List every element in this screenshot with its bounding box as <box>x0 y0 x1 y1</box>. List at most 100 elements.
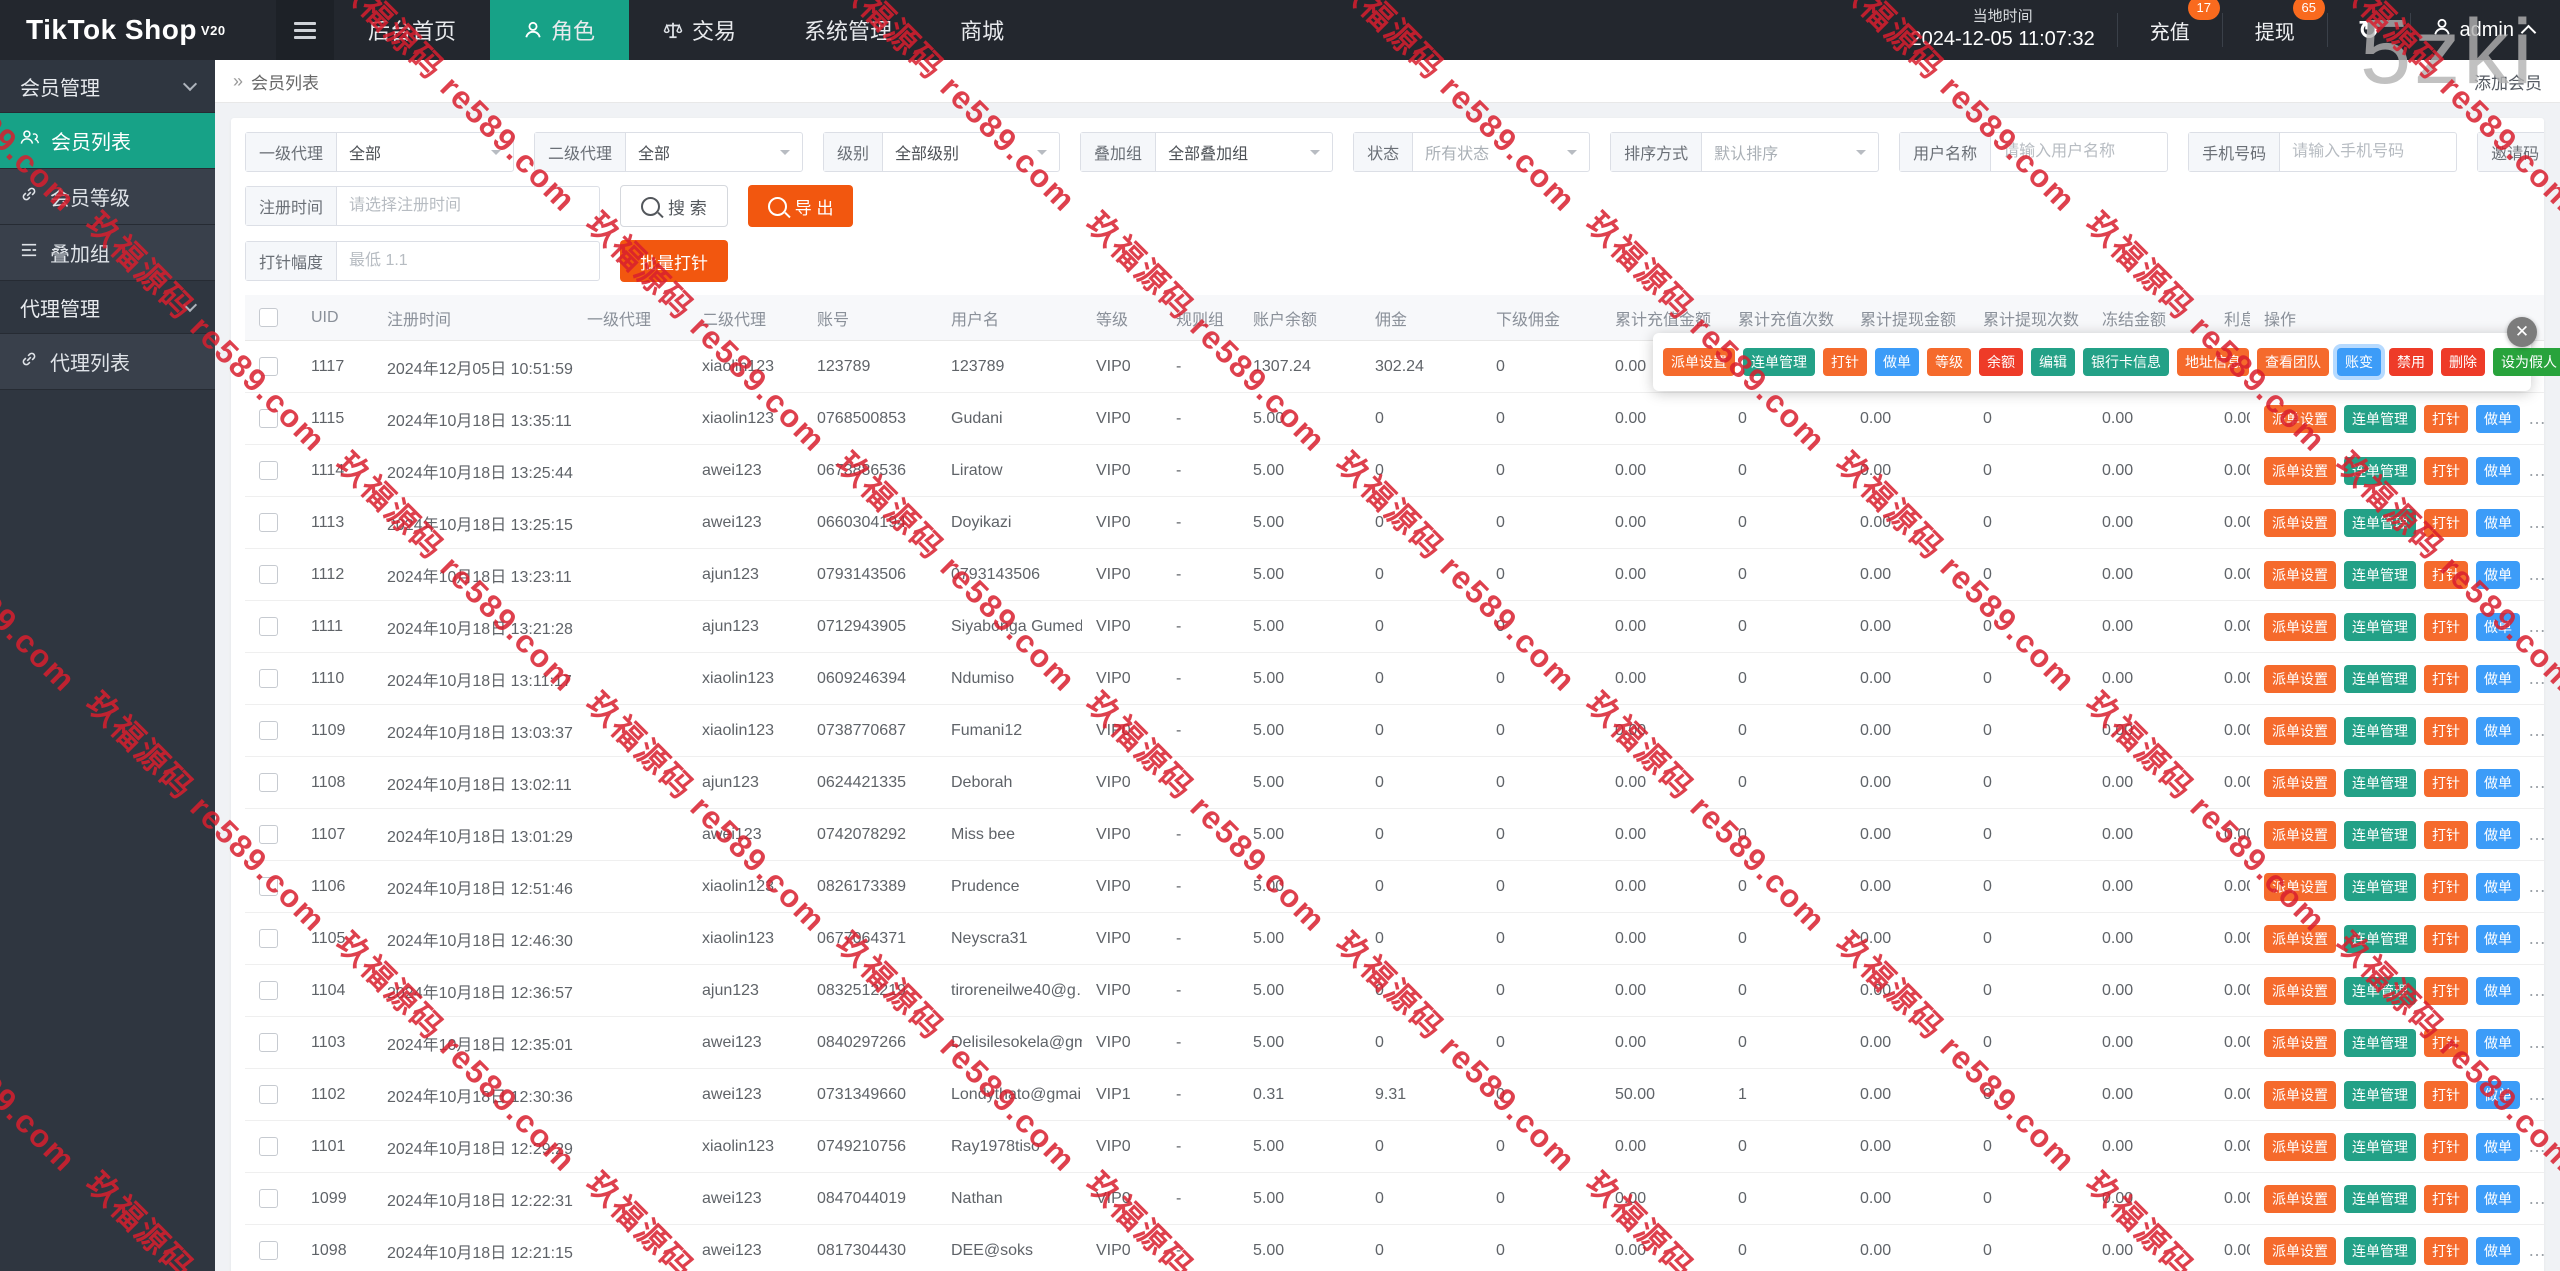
combo-order-button[interactable]: 连单管理 <box>2344 977 2416 1005</box>
popup-action-button[interactable]: 查看团队 <box>2257 348 2329 376</box>
dispatch-settings-button[interactable]: 派单设置 <box>2264 717 2336 745</box>
menu-item-roles[interactable]: 角色 <box>490 0 629 60</box>
more-actions-button[interactable]: … <box>2528 564 2544 585</box>
popup-action-button[interactable]: 地址信息 <box>2177 348 2249 376</box>
more-actions-button[interactable]: … <box>2528 1084 2544 1105</box>
more-actions-button[interactable]: … <box>2528 772 2544 793</box>
more-actions-button[interactable]: … <box>2528 980 2544 1001</box>
make-order-button[interactable]: 做单 <box>2476 1185 2520 1213</box>
dispatch-settings-button[interactable]: 派单设置 <box>2264 509 2336 537</box>
combo-order-button[interactable]: 连单管理 <box>2344 1133 2416 1161</box>
dispatch-settings-button[interactable]: 派单设置 <box>2264 925 2336 953</box>
filter-input[interactable] <box>1991 133 2167 171</box>
dispatch-settings-button[interactable]: 派单设置 <box>2264 613 2336 641</box>
popup-action-button[interactable]: 账变 <box>2337 348 2381 376</box>
row-checkbox[interactable] <box>259 1137 278 1156</box>
inject-button[interactable]: 打针 <box>2424 1185 2468 1213</box>
close-icon[interactable]: ✕ <box>2507 317 2537 347</box>
more-actions-button[interactable]: … <box>2528 876 2544 897</box>
row-checkbox[interactable] <box>259 617 278 636</box>
inject-button[interactable]: 打针 <box>2424 873 2468 901</box>
row-checkbox[interactable] <box>259 721 278 740</box>
popup-action-button[interactable]: 做单 <box>1875 348 1919 376</box>
popup-action-button[interactable]: 设为假人 <box>2493 348 2560 376</box>
dispatch-settings-button[interactable]: 派单设置 <box>2264 457 2336 485</box>
make-order-button[interactable]: 做单 <box>2476 405 2520 433</box>
admin-user-menu[interactable]: admin <box>2433 18 2534 42</box>
make-order-button[interactable]: 做单 <box>2476 1081 2520 1109</box>
row-checkbox[interactable] <box>259 773 278 792</box>
make-order-button[interactable]: 做单 <box>2476 925 2520 953</box>
row-checkbox[interactable] <box>259 1033 278 1052</box>
export-button[interactable]: 导 出 <box>748 185 854 227</box>
inject-button[interactable]: 打针 <box>2424 561 2468 589</box>
sidebar-item-member-level[interactable]: 会员等级 <box>0 169 215 225</box>
combo-order-button[interactable]: 连单管理 <box>2344 873 2416 901</box>
more-actions-button[interactable]: … <box>2528 720 2544 741</box>
menu-item-mall[interactable]: 商城 <box>926 0 1038 60</box>
make-order-button[interactable]: 做单 <box>2476 613 2520 641</box>
popup-action-button[interactable]: 等级 <box>1927 348 1971 376</box>
combo-order-button[interactable]: 连单管理 <box>2344 717 2416 745</box>
row-checkbox[interactable] <box>259 981 278 1000</box>
row-checkbox[interactable] <box>259 669 278 688</box>
make-order-button[interactable]: 做单 <box>2476 977 2520 1005</box>
inject-button[interactable]: 打针 <box>2424 509 2468 537</box>
popup-action-button[interactable]: 禁用 <box>2389 348 2433 376</box>
inject-button[interactable]: 打针 <box>2424 717 2468 745</box>
inject-button[interactable]: 打针 <box>2424 405 2468 433</box>
row-checkbox[interactable] <box>259 513 278 532</box>
row-checkbox[interactable] <box>259 877 278 896</box>
more-actions-button[interactable]: … <box>2528 1240 2544 1261</box>
popup-action-button[interactable]: 编辑 <box>2031 348 2075 376</box>
dispatch-settings-button[interactable]: 派单设置 <box>2264 665 2336 693</box>
row-checkbox[interactable] <box>259 357 278 376</box>
row-checkbox[interactable] <box>259 565 278 584</box>
popup-action-button[interactable]: 派单设置 <box>1663 348 1735 376</box>
inject-button[interactable]: 打针 <box>2424 769 2468 797</box>
inject-button[interactable]: 打针 <box>2424 457 2468 485</box>
sidebar-group-members[interactable]: 会员管理 <box>0 60 215 113</box>
inject-button[interactable]: 打针 <box>2424 977 2468 1005</box>
search-button[interactable]: 搜 索 <box>620 185 728 227</box>
make-order-button[interactable]: 做单 <box>2476 1237 2520 1265</box>
inject-button[interactable]: 打针 <box>2424 1081 2468 1109</box>
dispatch-settings-button[interactable]: 派单设置 <box>2264 873 2336 901</box>
inject-button[interactable]: 打针 <box>2424 1133 2468 1161</box>
more-actions-button[interactable]: … <box>2528 928 2544 949</box>
inject-button[interactable]: 打针 <box>2424 613 2468 641</box>
register-time-input[interactable] <box>337 187 599 225</box>
popup-action-button[interactable]: 银行卡信息 <box>2083 348 2169 376</box>
menu-item-trade[interactable]: 交易 <box>629 0 770 60</box>
row-checkbox[interactable] <box>259 461 278 480</box>
dispatch-settings-button[interactable]: 派单设置 <box>2264 1237 2336 1265</box>
sidebar-item-member-list[interactable]: 会员列表 <box>0 113 215 169</box>
row-checkbox[interactable] <box>259 825 278 844</box>
inject-range-input[interactable] <box>337 242 599 280</box>
batch-inject-button[interactable]: 批量打针 <box>620 240 728 282</box>
more-actions-button[interactable]: … <box>2528 824 2544 845</box>
menu-item-dashboard[interactable]: 后台首页 <box>334 0 490 60</box>
filter-select[interactable]: 全部级别 <box>883 133 1059 171</box>
filter-select[interactable]: 全部 <box>626 133 802 171</box>
make-order-button[interactable]: 做单 <box>2476 457 2520 485</box>
more-actions-button[interactable]: … <box>2528 1188 2544 1209</box>
filter-select[interactable]: 全部叠加组 <box>1156 133 1332 171</box>
make-order-button[interactable]: 做单 <box>2476 561 2520 589</box>
inject-button[interactable]: 打针 <box>2424 821 2468 849</box>
popup-action-button[interactable]: 删除 <box>2441 348 2485 376</box>
combo-order-button[interactable]: 连单管理 <box>2344 509 2416 537</box>
popup-action-button[interactable]: 余额 <box>1979 348 2023 376</box>
withdraw-link[interactable]: 提现 65 <box>2245 10 2305 51</box>
row-checkbox[interactable] <box>259 1189 278 1208</box>
filter-select[interactable]: 全部 <box>337 133 513 171</box>
make-order-button[interactable]: 做单 <box>2476 1029 2520 1057</box>
add-member-button[interactable]: 添加会员 <box>2474 69 2542 94</box>
combo-order-button[interactable]: 连单管理 <box>2344 769 2416 797</box>
dispatch-settings-button[interactable]: 派单设置 <box>2264 769 2336 797</box>
combo-order-button[interactable]: 连单管理 <box>2344 1081 2416 1109</box>
filter-select[interactable]: 所有状态 <box>1413 133 1589 171</box>
sidebar-collapse-button[interactable] <box>276 0 334 60</box>
combo-order-button[interactable]: 连单管理 <box>2344 457 2416 485</box>
dispatch-settings-button[interactable]: 派单设置 <box>2264 1185 2336 1213</box>
